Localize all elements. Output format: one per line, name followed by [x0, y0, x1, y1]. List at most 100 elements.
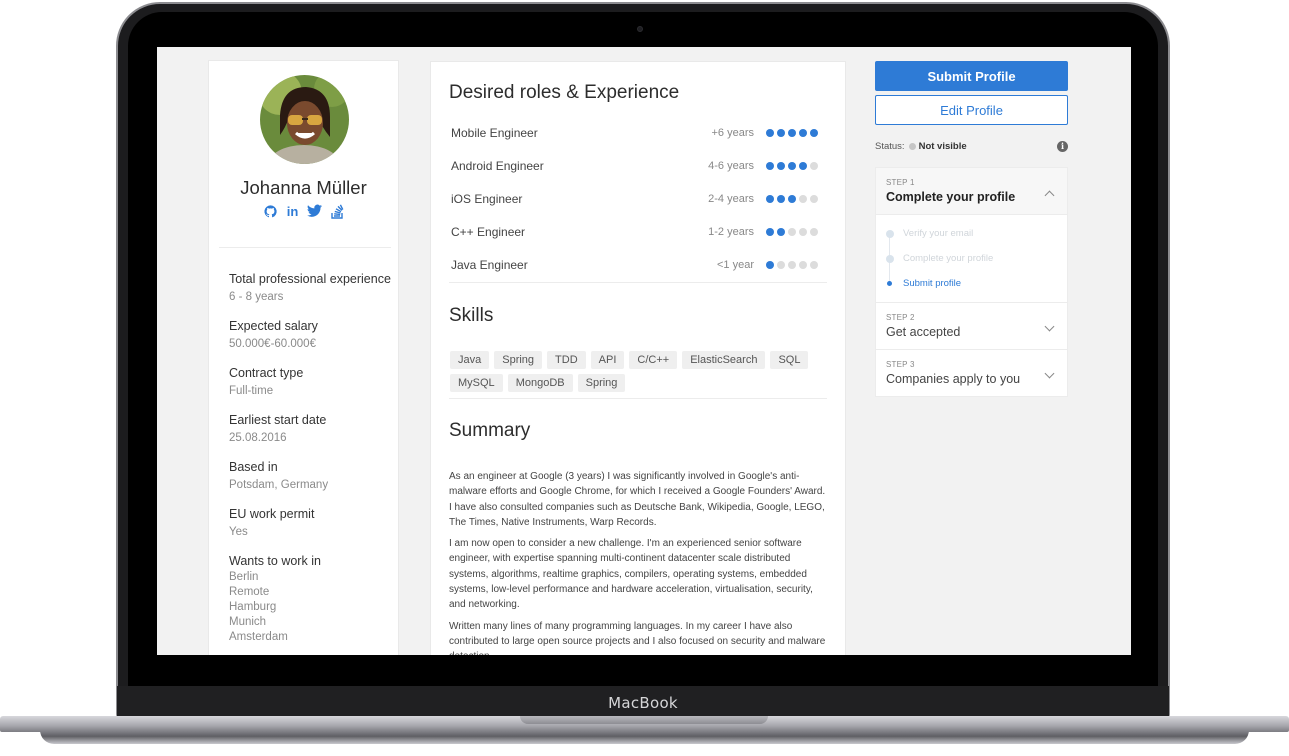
fact-eu-permit: EU work permit Yes — [229, 506, 394, 540]
experience-level — [766, 194, 829, 203]
role-row: Android Engineer 4-6 years — [451, 149, 829, 182]
stackoverflow-icon[interactable] — [331, 204, 344, 220]
level-dot-empty — [810, 260, 818, 269]
fact-start-date: Earliest start date 25.08.2016 — [229, 412, 394, 446]
step-1[interactable]: STEP 1 Complete your profile — [876, 168, 1067, 215]
role-name: Java Engineer — [451, 257, 528, 272]
section-divider — [449, 282, 827, 283]
fact-label: Contract type — [229, 366, 304, 380]
skill-tag: MongoDB — [507, 374, 573, 392]
substep-label: Complete your profile — [903, 253, 994, 264]
substep-verify-email: Verify your email — [886, 221, 1057, 246]
fact-value: Yes — [229, 526, 248, 538]
skill-tag: SQL — [770, 351, 809, 369]
current-step-dot — [887, 281, 892, 286]
step-number: STEP 2 — [886, 313, 915, 322]
location-item: Hamburg — [229, 601, 277, 613]
step-number: STEP 1 — [886, 178, 915, 187]
fact-value: 50.000€-60.000€ — [229, 338, 316, 350]
role-years: <1 year — [717, 258, 754, 271]
location-item: Berlin — [229, 571, 259, 583]
profile-card: Johanna Müller in Total professional exp… — [208, 60, 399, 655]
fact-value: Potsdam, Germany — [229, 479, 329, 491]
fact-label: EU work permit — [229, 507, 315, 521]
roles-title: Desired roles & Experience — [449, 82, 680, 103]
role-row: C++ Engineer 1-2 years — [451, 215, 829, 248]
skills-list: Java Spring TDD API C/C++ ElasticSearch … — [450, 351, 820, 392]
skill-tag: Spring — [577, 374, 626, 392]
role-name: C++ Engineer — [451, 224, 526, 239]
profile-status: Status: Not visible i — [875, 141, 1068, 152]
fact-wants-to-work-in: Wants to work in Berlin Remote Hamburg M… — [229, 553, 394, 645]
step-title: Companies apply to you — [886, 372, 1021, 386]
level-dot-empty — [777, 260, 785, 269]
step-title: Get accepted — [886, 325, 961, 339]
level-dot-empty — [799, 194, 807, 203]
submit-profile-button[interactable]: Submit Profile — [875, 61, 1068, 91]
role-name: Mobile Engineer — [451, 125, 538, 140]
level-dot-filled — [766, 128, 774, 137]
skill-tag: Java — [450, 351, 490, 369]
social-links: in — [209, 204, 398, 220]
fact-label: Wants to work in — [229, 554, 321, 568]
level-dot-filled — [766, 194, 774, 203]
level-dot-filled — [788, 161, 796, 170]
role-years: 1-2 years — [708, 225, 754, 238]
fact-based-in: Based in Potsdam, Germany — [229, 459, 394, 493]
onboarding-steps: STEP 1 Complete your profile Verify your… — [875, 167, 1068, 397]
roles-list: Mobile Engineer +6 years Android Enginee… — [451, 116, 829, 281]
role-row: Java Engineer <1 year — [451, 248, 829, 281]
linkedin-icon[interactable]: in — [287, 204, 299, 220]
substep-submit-profile[interactable]: Submit profile — [886, 271, 1057, 296]
level-dot-filled — [766, 260, 774, 269]
device-brand: MacBook — [608, 694, 678, 712]
avatar — [260, 75, 349, 164]
profile-facts: Total professional experience 6 - 8 year… — [229, 271, 394, 655]
level-dot-empty — [799, 260, 807, 269]
laptop-chin: MacBook — [117, 686, 1169, 718]
level-dot-empty — [799, 227, 807, 236]
level-dot-filled — [777, 194, 785, 203]
skills-title: Skills — [449, 305, 494, 326]
status-dot — [908, 143, 916, 150]
location-item: Remote — [229, 586, 270, 598]
info-icon[interactable]: i — [1057, 141, 1068, 152]
fact-expected-salary: Expected salary 50.000€-60.000€ — [229, 318, 394, 352]
level-dot-empty — [810, 227, 818, 236]
role-row: iOS Engineer 2-4 years — [451, 182, 829, 215]
camera-icon — [637, 26, 643, 32]
experience-level — [766, 128, 829, 137]
location-item: Amsterdam — [229, 631, 288, 643]
step-2[interactable]: STEP 2 Get accepted — [876, 303, 1067, 350]
profile-divider — [219, 247, 391, 248]
skill-tag: TDD — [547, 351, 586, 369]
status-badge: Not visible — [918, 141, 967, 152]
status-label: Status: — [875, 141, 905, 152]
check-icon — [886, 254, 894, 263]
fact-value: Full-time — [229, 385, 274, 397]
fact-contract-type: Contract type Full-time — [229, 365, 394, 399]
level-dot-filled — [810, 128, 818, 137]
fact-label: Earliest start date — [229, 413, 327, 427]
level-dot-filled — [766, 161, 774, 170]
github-icon[interactable] — [263, 204, 278, 220]
location-item: Munich — [229, 616, 267, 628]
summary-paragraph: Written many lines of many programming l… — [449, 620, 826, 655]
level-dot-filled — [766, 227, 774, 236]
app-screen: Johanna Müller in Total professional exp… — [157, 47, 1131, 655]
step-3[interactable]: STEP 3 Companies apply to you — [876, 350, 1067, 396]
profile-name: Johanna Müller — [240, 177, 367, 198]
level-dot-filled — [799, 161, 807, 170]
skill-tag: C/C++ — [629, 351, 678, 369]
edit-profile-button[interactable]: Edit Profile — [875, 95, 1068, 125]
fact-total-experience: Total professional experience 6 - 8 year… — [229, 271, 394, 305]
location-list: Berlin Remote Hamburg Munich Amsterdam — [229, 570, 394, 645]
skill-tag: Spring — [494, 351, 543, 369]
laptop-base-shadow — [40, 730, 1249, 744]
experience-level — [766, 161, 829, 170]
role-name: Android Engineer — [451, 158, 544, 173]
fact-value: 25.08.2016 — [229, 432, 287, 444]
level-dot-filled — [788, 194, 796, 203]
twitter-icon[interactable] — [307, 204, 323, 220]
step-number: STEP 3 — [886, 360, 915, 369]
